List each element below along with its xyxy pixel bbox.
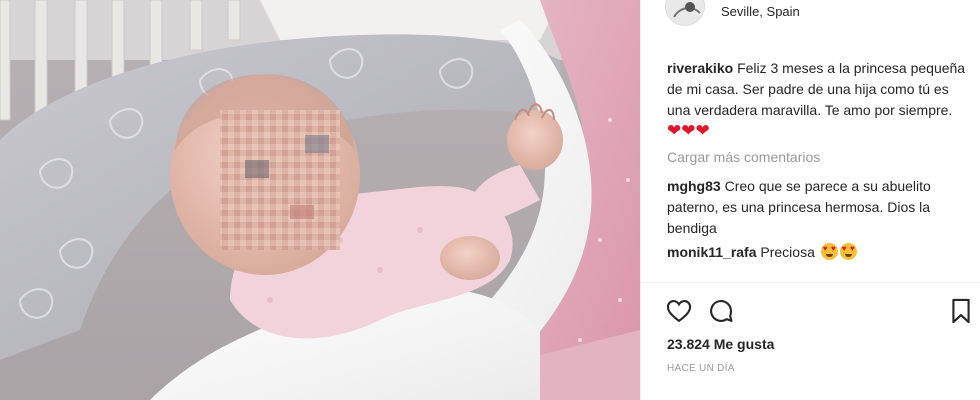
post-location[interactable]: Seville, Spain — [721, 4, 800, 19]
caption-username[interactable]: riverakiko — [667, 60, 733, 76]
heart-eyes-emoji-icon — [820, 243, 838, 260]
post-sidebar: Seville, Spain riverakiko Feliz 3 meses … — [640, 0, 980, 400]
comment-item: mghg83 Creo que se parece a su abuelito … — [667, 176, 967, 239]
post-photo[interactable] — [0, 0, 640, 400]
load-more-comments-link[interactable]: Cargar más comentarios — [667, 147, 967, 168]
post-header: Seville, Spain — [641, 0, 980, 34]
comment-text: Preciosa — [760, 244, 815, 260]
heart-eyes-emoji-icon — [839, 243, 857, 260]
comments-list: riverakiko Feliz 3 meses a la princesa p… — [667, 58, 967, 274]
avatar-image — [666, 0, 704, 25]
hearts-emoji: ❤❤❤ — [667, 121, 710, 140]
post-actions — [641, 282, 980, 332]
caption: riverakiko Feliz 3 meses a la princesa p… — [667, 58, 967, 141]
partially-hidden-comment: ····· ···· ·· ···· ·· ·· ·· · ·· ····· ·… — [667, 266, 967, 274]
avatar[interactable] — [665, 0, 705, 26]
post-timestamp[interactable]: HACE UN DÍA — [667, 363, 735, 374]
comment-username[interactable]: mghg83 — [667, 178, 721, 194]
heart-outline-icon[interactable] — [665, 297, 693, 325]
baby-photo-illustration — [0, 0, 640, 400]
comment-username[interactable]: monik11_rafa — [667, 244, 757, 260]
bookmark-icon[interactable] — [947, 297, 975, 325]
comment-bubble-icon[interactable] — [707, 297, 735, 325]
comment-item: monik11_rafa Preciosa — [667, 242, 967, 263]
like-count[interactable]: 23.824 Me gusta — [667, 336, 774, 352]
